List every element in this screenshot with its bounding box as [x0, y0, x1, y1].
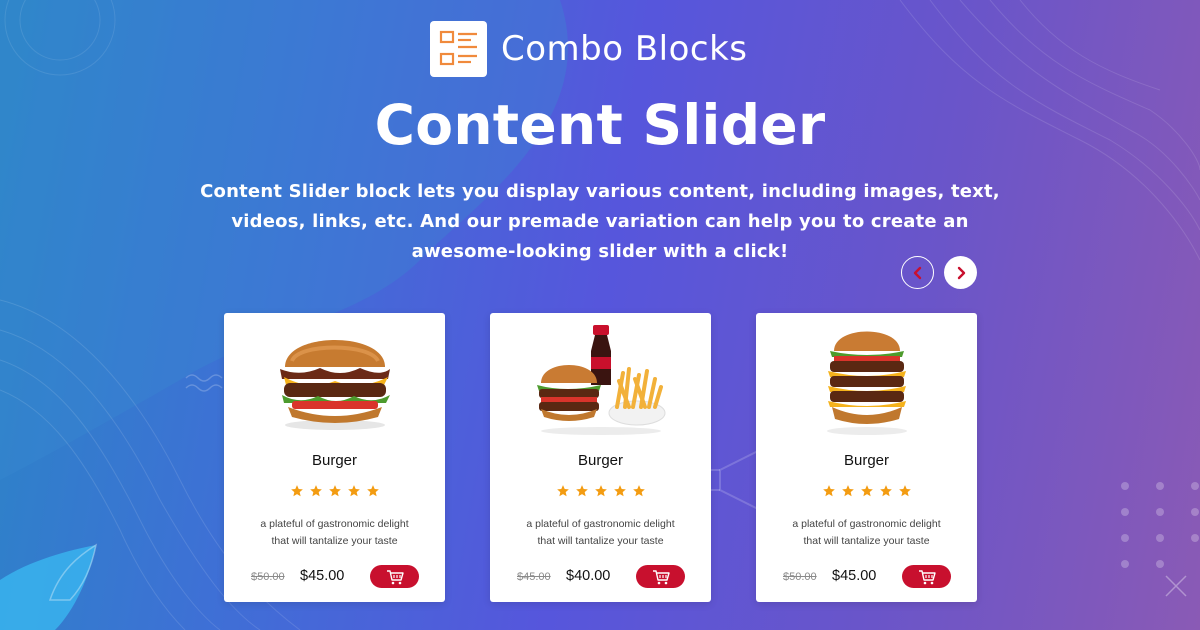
add-to-cart-button[interactable] — [636, 565, 685, 588]
current-price: $45.00 — [832, 568, 877, 584]
star-icon — [328, 485, 341, 497]
burger-combo-image — [490, 321, 711, 439]
add-to-cart-button[interactable] — [902, 565, 951, 588]
cart-icon — [386, 569, 404, 584]
chevron-left-icon — [913, 266, 921, 279]
star-rating — [756, 484, 977, 498]
old-price: $50.00 — [251, 571, 285, 583]
star-icon — [556, 485, 569, 497]
product-description: a plateful of gastronomic delight that w… — [526, 518, 675, 547]
price-row: $45.00 $40.00 — [490, 565, 711, 589]
product-card[interactable]: Burger a plateful of gastronomic delight… — [224, 313, 445, 602]
old-price: $50.00 — [783, 571, 817, 583]
product-description: a plateful of gastronomic delight that w… — [260, 518, 409, 547]
star-icon — [898, 485, 911, 497]
star-icon — [594, 485, 607, 497]
star-icon — [290, 485, 303, 497]
star-icon — [347, 485, 360, 497]
product-card[interactable]: Burger a plateful of gastronomic delight… — [490, 313, 711, 602]
product-title: Burger — [311, 452, 358, 469]
star-icon — [309, 485, 322, 497]
add-to-cart-button[interactable] — [370, 565, 419, 588]
star-icon — [879, 485, 892, 497]
bacon-burger-image — [224, 321, 445, 439]
triple-burger-image — [756, 321, 977, 439]
star-icon — [860, 485, 873, 497]
hero-description: Content Slider block lets you display va… — [200, 181, 1000, 262]
star-rating — [224, 484, 445, 498]
star-icon — [575, 485, 588, 497]
star-icon — [822, 485, 835, 497]
old-price: $45.00 — [517, 571, 551, 583]
cart-icon — [652, 569, 670, 584]
layout-blocks-icon — [430, 21, 487, 77]
star-icon — [613, 485, 626, 497]
brand-name: Combo Blocks — [501, 29, 748, 69]
price-row: $50.00 $45.00 — [756, 565, 977, 589]
star-icon — [632, 485, 645, 497]
brand-header: Combo Blocks — [430, 21, 748, 77]
slider-next-button[interactable] — [944, 256, 977, 289]
star-rating — [490, 484, 711, 498]
product-title: Burger — [843, 452, 890, 469]
product-card[interactable]: Burger a plateful of gastronomic delight… — [756, 313, 977, 602]
product-description: a plateful of gastronomic delight that w… — [792, 518, 941, 547]
page-title: Content Slider — [374, 93, 826, 157]
product-title: Burger — [577, 452, 624, 469]
cart-icon — [918, 569, 936, 584]
current-price: $45.00 — [300, 568, 345, 584]
price-row: $50.00 $45.00 — [224, 565, 445, 589]
star-icon — [841, 485, 854, 497]
current-price: $40.00 — [566, 568, 611, 584]
star-icon — [366, 485, 379, 497]
slider-prev-button[interactable] — [901, 256, 934, 289]
chevron-right-icon — [957, 266, 965, 279]
